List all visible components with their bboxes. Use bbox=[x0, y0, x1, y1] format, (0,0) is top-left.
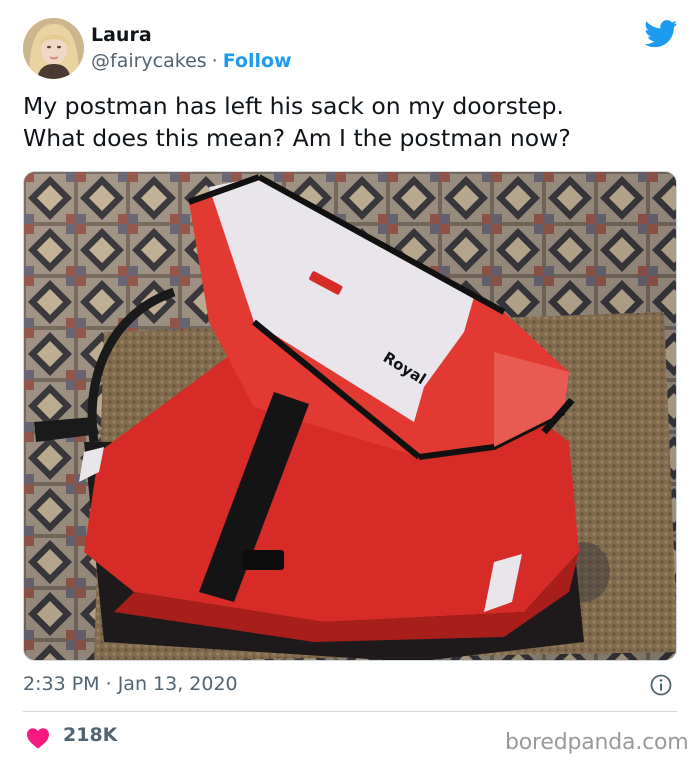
tweet-date: Jan 13, 2020 bbox=[117, 673, 238, 695]
tweet-text: My postman has left his sack on my doors… bbox=[23, 90, 673, 154]
tweet-text-line: What does this mean? Am I the postman no… bbox=[23, 124, 571, 152]
like-count[interactable]: 218K bbox=[63, 724, 117, 746]
heart-icon[interactable] bbox=[26, 727, 50, 749]
author-handle[interactable]: @fairycakes bbox=[91, 50, 207, 72]
avatar[interactable] bbox=[23, 18, 84, 79]
handle-row: @fairycakes · Follow bbox=[91, 50, 292, 72]
twitter-bird-icon[interactable] bbox=[644, 20, 678, 48]
tweet-card: Laura @fairycakes · Follow My postman has … bbox=[0, 0, 700, 764]
watermark: boredpanda.com bbox=[505, 730, 689, 755]
author-name[interactable]: Laura bbox=[91, 24, 152, 46]
follow-button[interactable]: Follow bbox=[223, 50, 292, 72]
tweet-text-line: My postman has left his sack on my doors… bbox=[23, 92, 565, 120]
tweet-timestamp[interactable]: 2:33 PM · Jan 13, 2020 bbox=[23, 673, 238, 695]
tweet-photo[interactable]: Royal bbox=[23, 171, 677, 661]
divider bbox=[23, 711, 677, 712]
tweet-time: 2:33 PM bbox=[23, 673, 100, 695]
separator-dot: · bbox=[211, 50, 218, 72]
info-icon[interactable] bbox=[650, 674, 672, 696]
timestamp-separator: · bbox=[105, 673, 112, 695]
